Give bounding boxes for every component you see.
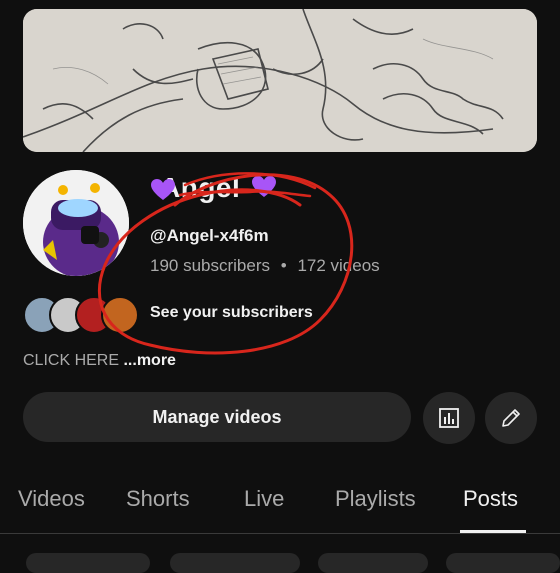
filter-chip[interactable] [170,553,300,573]
pencil-icon [502,409,520,427]
avatar-image [23,170,129,276]
tabs-divider [0,533,560,534]
subscriber-avatars[interactable] [23,296,139,334]
purple-heart-right-icon [251,176,276,197]
banner-sketch-image [23,9,537,152]
purple-heart-left-icon [151,179,175,200]
channel-banner[interactable] [23,9,537,152]
channel-name: Angel [150,172,277,204]
subscriber-avatar [101,296,139,334]
manage-videos-button[interactable]: Manage videos [23,392,411,442]
see-subscribers-link[interactable]: See your subscribers [150,304,313,322]
tab-shorts[interactable]: Shorts [126,486,190,512]
more-link[interactable]: ...more [123,352,175,369]
edit-channel-button[interactable] [485,392,537,444]
description-text: CLICK HERE [23,352,120,369]
analytics-button[interactable] [423,392,475,444]
channel-avatar[interactable] [23,170,129,276]
subscriber-count: 190 subscribers [150,256,271,275]
tab-posts[interactable]: Posts [463,486,518,512]
stats-separator: • [280,256,287,275]
filter-chip[interactable] [318,553,428,573]
filter-chip[interactable] [26,553,150,573]
tab-playlists[interactable]: Playlists [335,486,416,512]
tab-videos[interactable]: Videos [18,486,85,512]
channel-tabs: Videos Shorts Live Playlists Posts [0,480,560,533]
channel-description[interactable]: CLICK HERE ...more [23,352,176,370]
channel-stats: 190 subscribers • 172 videos [150,256,380,276]
tab-live[interactable]: Live [244,486,284,512]
video-count: 172 videos [297,256,380,275]
filter-chip[interactable] [446,553,560,573]
channel-handle: @Angel-x4f6m [150,226,269,245]
analytics-icon [439,408,459,428]
